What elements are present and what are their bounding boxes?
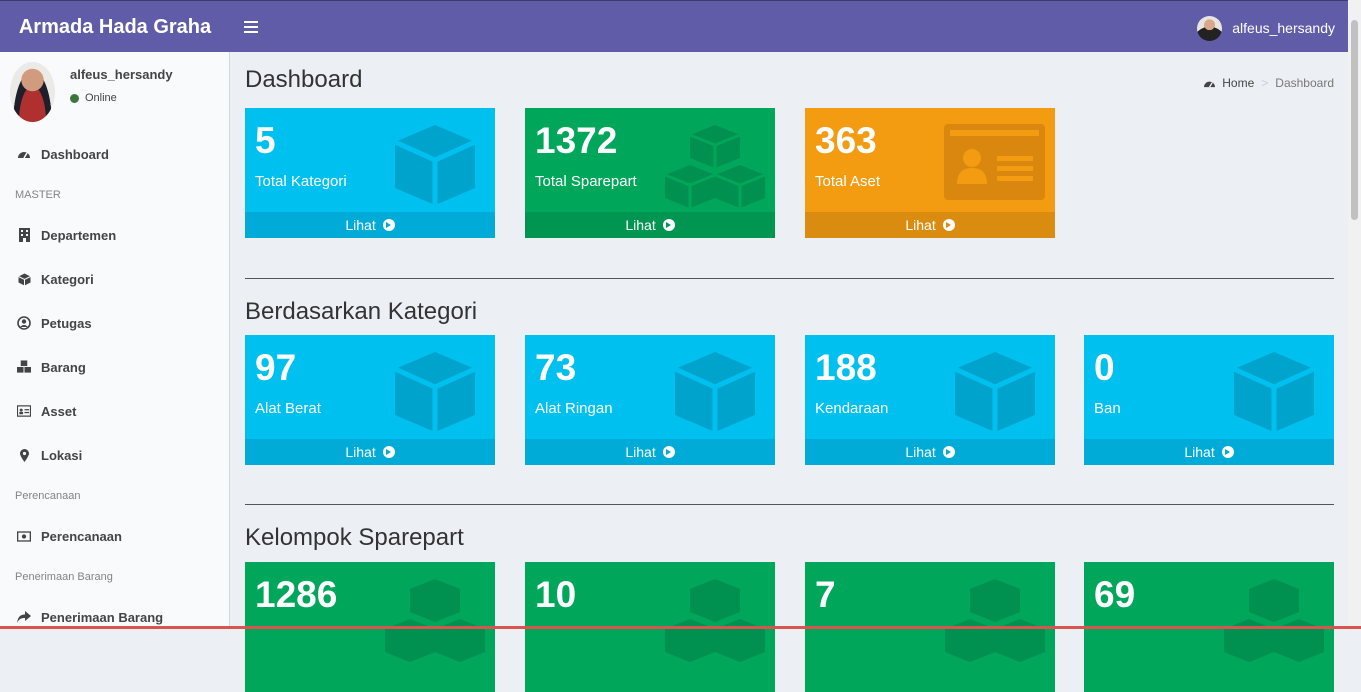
sidebar-item-petugas[interactable]: Petugas bbox=[0, 305, 229, 341]
dashboard-icon bbox=[17, 147, 31, 161]
sidebar-item-dashboard[interactable]: Dashboard bbox=[0, 136, 229, 172]
cubes-icon bbox=[17, 360, 31, 374]
small-box-alat-berat: 97 Alat Berat Lihat bbox=[245, 335, 495, 465]
sidebar-item-perencanaan[interactable]: Perencanaan bbox=[0, 518, 229, 554]
box-label: Alat Berat bbox=[255, 400, 321, 417]
box-label: Alat Ringan bbox=[535, 400, 613, 417]
money-icon bbox=[17, 529, 31, 543]
sidebar-item-lokasi[interactable]: Lokasi bbox=[0, 437, 229, 473]
id-card-icon bbox=[17, 404, 31, 418]
cube-icon bbox=[953, 352, 1037, 432]
nav-header-penerimaan: Penerimaan Barang bbox=[15, 571, 113, 583]
small-box-kendaraan: 188 Kendaraan Lihat bbox=[805, 335, 1055, 465]
cubes-icon bbox=[664, 125, 765, 208]
breadcrumb: Home > Dashboard bbox=[1203, 76, 1334, 90]
page-scrollbar[interactable] bbox=[1348, 0, 1361, 629]
arrow-circle-right-icon bbox=[382, 446, 395, 458]
breadcrumb-home-link[interactable]: Home bbox=[1222, 76, 1254, 90]
share-arrow-icon bbox=[17, 610, 31, 624]
online-dot-icon bbox=[70, 93, 79, 103]
nav-header-master: MASTER bbox=[15, 189, 61, 201]
small-box-alat-ringan: 73 Alat Ringan Lihat bbox=[525, 335, 775, 465]
avatar bbox=[1197, 15, 1223, 41]
cube-icon bbox=[673, 352, 757, 432]
box-value: 5 bbox=[255, 120, 276, 161]
cube-icon bbox=[17, 272, 31, 286]
box-value: 1372 bbox=[535, 120, 618, 161]
divider bbox=[245, 278, 1334, 279]
sidebar-item-departemen[interactable]: Departemen bbox=[0, 217, 229, 253]
section-title-sparepart: Kelompok Sparepart bbox=[245, 524, 464, 551]
cubes-icon bbox=[385, 579, 485, 662]
box-value: 73 bbox=[535, 347, 577, 388]
arrow-circle-right-icon bbox=[662, 446, 675, 458]
box-value: 69 bbox=[1094, 574, 1136, 615]
small-box-ban: 0 Ban Lihat bbox=[1084, 335, 1334, 465]
building-icon bbox=[17, 228, 31, 242]
breadcrumb-current: Dashboard bbox=[1275, 76, 1334, 90]
box-value: 10 bbox=[535, 574, 577, 615]
cube-icon bbox=[1232, 352, 1316, 432]
user-panel: alfeus_hersandy Online bbox=[0, 52, 229, 132]
box-label: Total Aset bbox=[815, 173, 881, 190]
cubes-icon bbox=[1224, 579, 1324, 662]
avatar bbox=[10, 62, 55, 122]
top-navbar: Armada Hada Graha alfeus_hersandy bbox=[0, 0, 1361, 52]
user-status: Online bbox=[70, 92, 117, 104]
arrow-circle-right-icon bbox=[1221, 446, 1234, 458]
cube-icon bbox=[393, 352, 477, 432]
sidebar-item-asset[interactable]: Asset bbox=[0, 393, 229, 429]
lihat-link[interactable]: Lihat bbox=[805, 439, 1055, 465]
box-value: 0 bbox=[1094, 347, 1115, 388]
divider bbox=[245, 504, 1334, 505]
sidebar-item-barang[interactable]: Barang bbox=[0, 349, 229, 385]
sidebar-item-penerimaan-barang[interactable]: Penerimaan Barang bbox=[0, 599, 229, 629]
nav-header-perencanaan: Perencanaan bbox=[15, 490, 81, 502]
dashboard-icon bbox=[1203, 78, 1216, 89]
box-value: 363 bbox=[815, 120, 877, 161]
lihat-link[interactable]: Lihat bbox=[1084, 439, 1334, 465]
box-value: 188 bbox=[815, 347, 877, 388]
user-circle-icon bbox=[17, 316, 31, 330]
box-value: 1286 bbox=[255, 574, 338, 615]
sidebar: alfeus_hersandy Online Dashboard MASTER … bbox=[0, 52, 230, 629]
page-title: Dashboard bbox=[245, 66, 363, 93]
user-menu-name: alfeus_hersandy bbox=[1232, 20, 1335, 36]
lihat-link[interactable]: Lihat bbox=[245, 439, 495, 465]
arrow-circle-right-icon bbox=[942, 219, 955, 231]
box-value: 7 bbox=[815, 574, 836, 615]
lihat-link[interactable]: Lihat bbox=[805, 212, 1055, 238]
brand-logo[interactable]: Armada Hada Graha bbox=[0, 1, 230, 53]
arrow-circle-right-icon bbox=[662, 219, 675, 231]
cubes-icon bbox=[945, 579, 1045, 662]
box-value: 97 bbox=[255, 347, 297, 388]
box-label: Total Sparepart bbox=[535, 173, 637, 190]
arrow-circle-right-icon bbox=[382, 219, 395, 231]
small-box-total-sparepart: 1372 Total Sparepart Lihat bbox=[525, 108, 775, 238]
user-menu[interactable]: alfeus_hersandy bbox=[1197, 15, 1335, 41]
box-label: Kendaraan bbox=[815, 400, 889, 417]
id-card-icon bbox=[944, 124, 1045, 200]
lihat-link[interactable]: Lihat bbox=[525, 212, 775, 238]
map-marker-icon bbox=[17, 448, 31, 462]
box-label: Ban bbox=[1094, 400, 1121, 417]
small-box-total-kategori: 5 Total Kategori Lihat bbox=[245, 108, 495, 238]
cube-icon bbox=[393, 125, 477, 205]
small-box-total-aset: 363 Total Aset Lihat bbox=[805, 108, 1055, 238]
lihat-link[interactable]: Lihat bbox=[525, 439, 775, 465]
sidebar-toggle-icon[interactable] bbox=[244, 18, 258, 36]
box-label: Total Kategori bbox=[255, 173, 347, 190]
cubes-icon bbox=[665, 579, 765, 662]
arrow-circle-right-icon bbox=[942, 446, 955, 458]
sidebar-item-kategori[interactable]: Kategori bbox=[0, 261, 229, 297]
user-panel-name: alfeus_hersandy bbox=[70, 67, 173, 82]
section-title-kategori: Berdasarkan Kategori bbox=[245, 298, 478, 325]
lihat-link[interactable]: Lihat bbox=[245, 212, 495, 238]
